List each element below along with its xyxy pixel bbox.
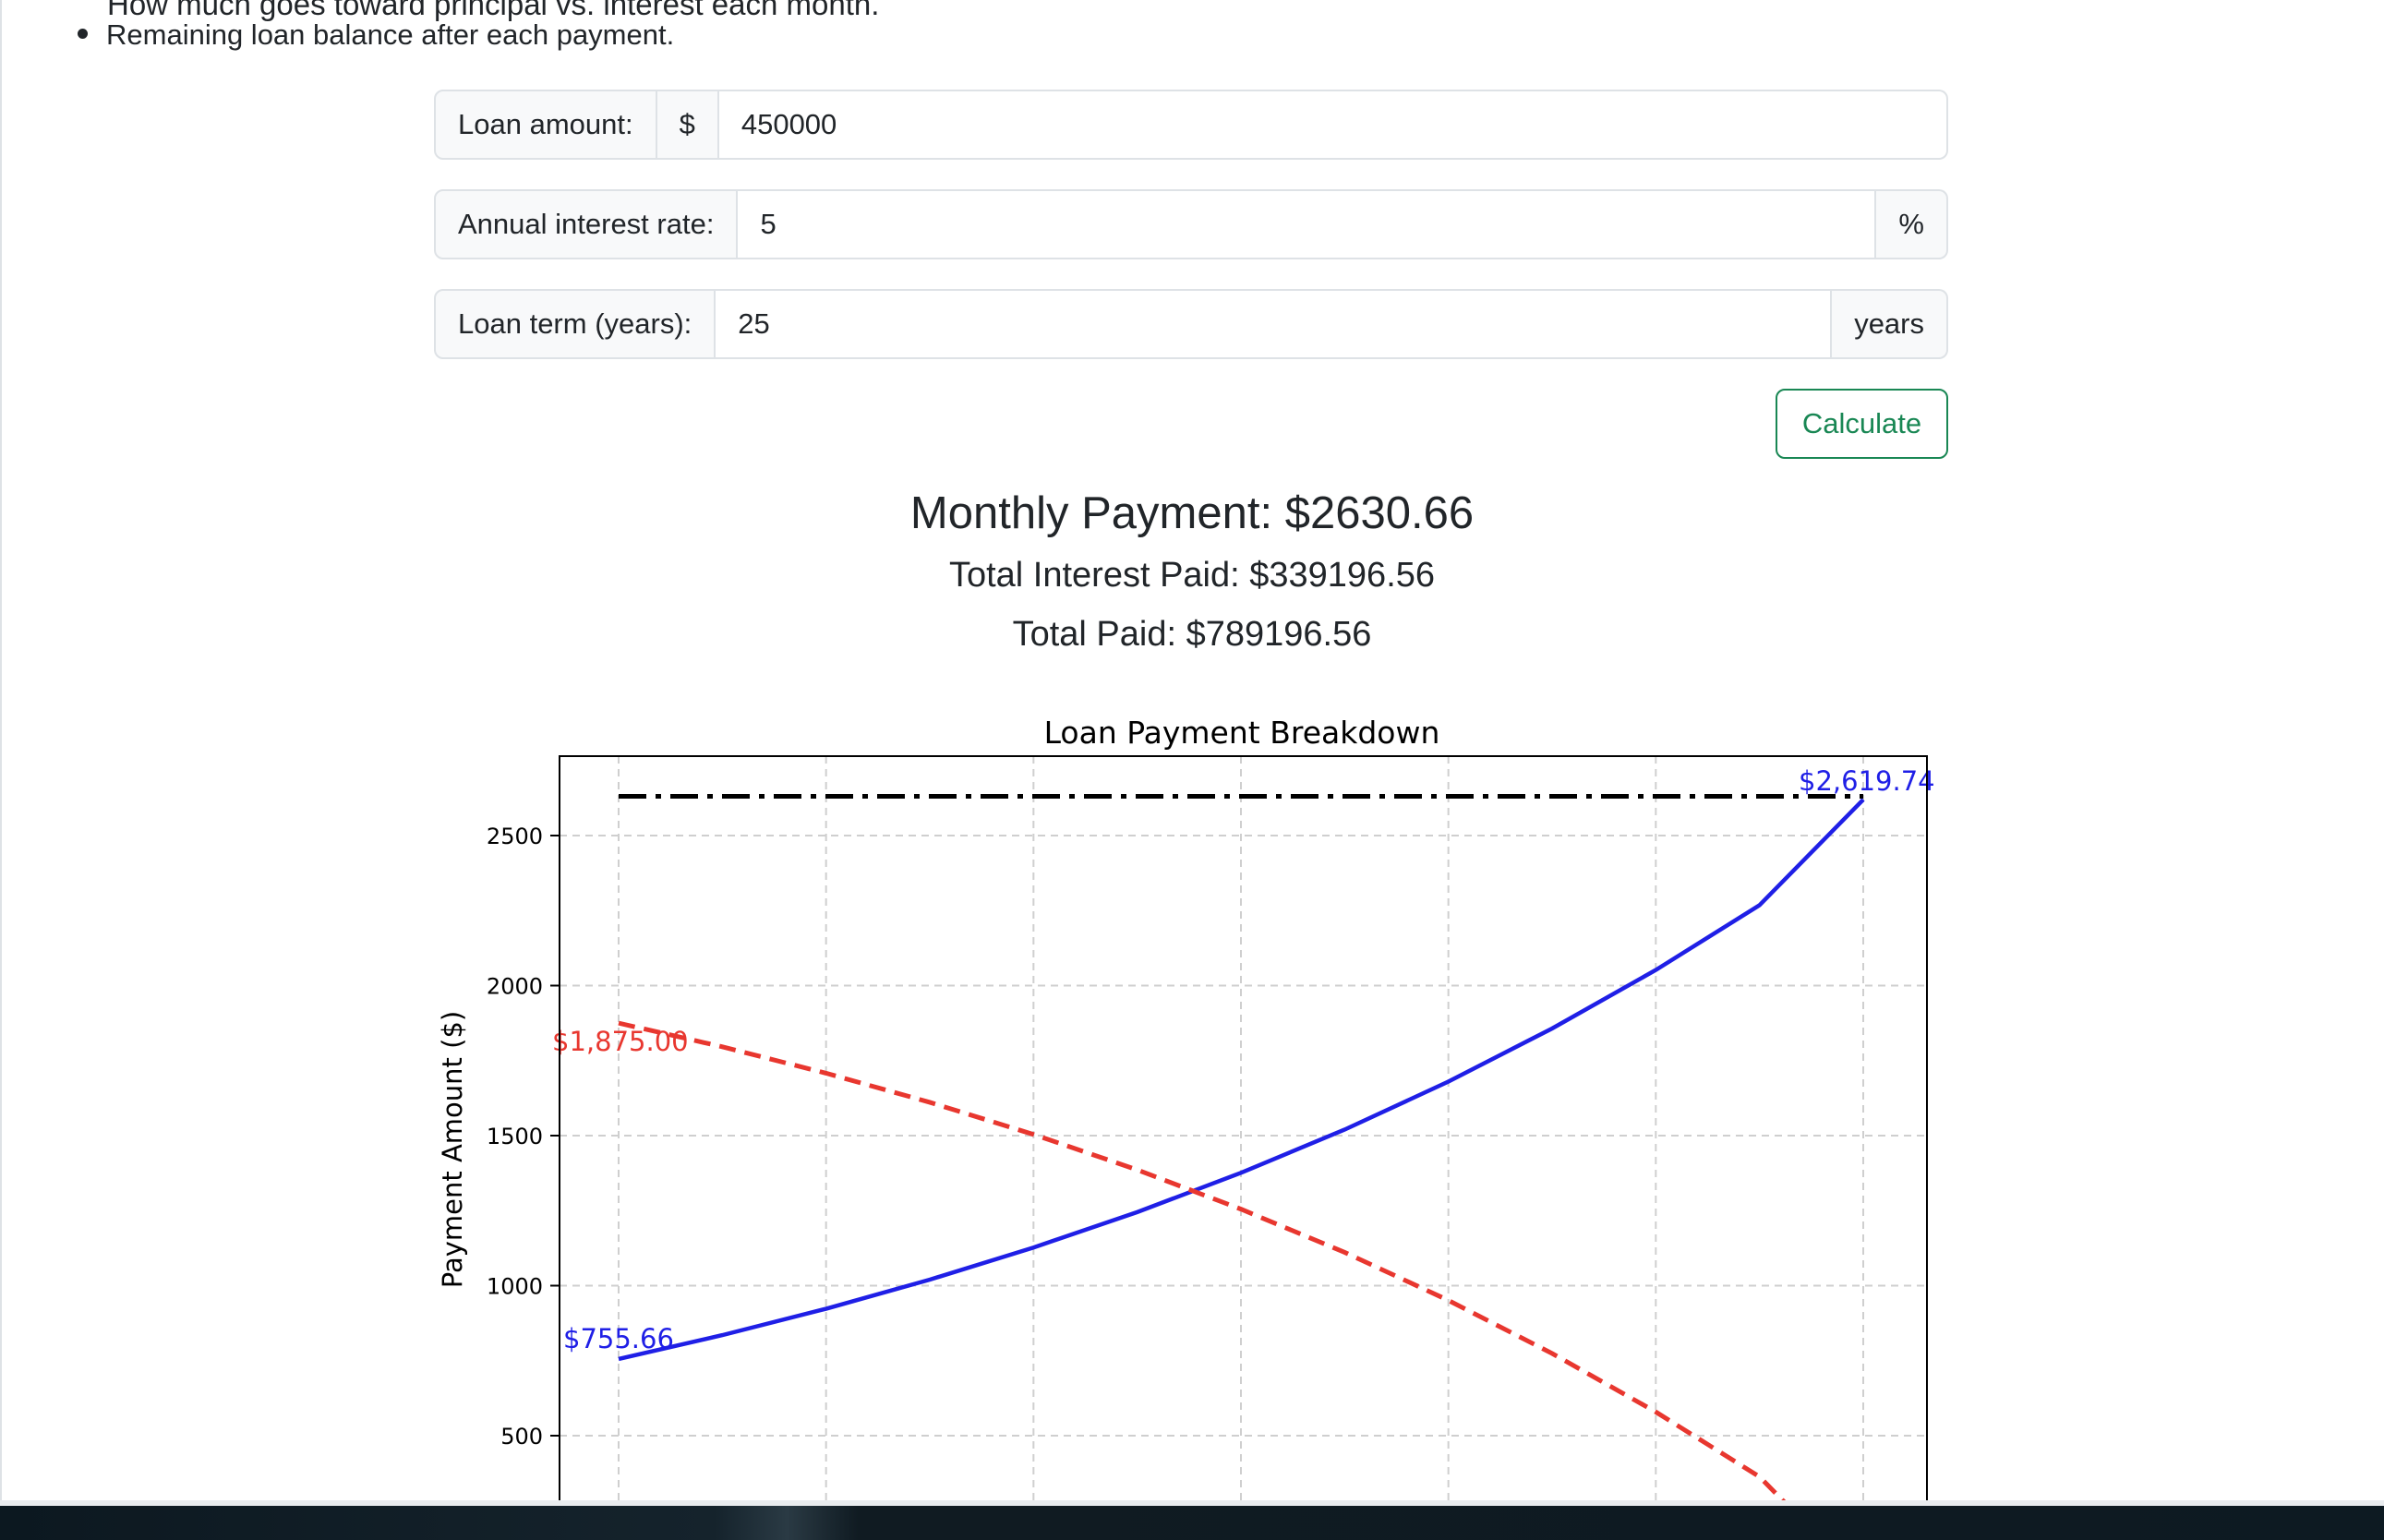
y-tick-label: 1000 (487, 1274, 543, 1300)
loan-amount-group: Loan amount: $ 450000 (434, 90, 1948, 160)
y-tick-label: 500 (500, 1424, 543, 1450)
chart-svg: Loan Payment Breakdown Payment Amount ($… (437, 715, 1935, 1500)
loan-term-group: Loan term (years): 25 years (434, 289, 1948, 359)
chart-grid (560, 756, 1927, 1500)
interest-rate-label: Annual interest rate: (434, 189, 739, 259)
percent-suffix: % (1876, 189, 1948, 259)
calculate-button[interactable]: Calculate (1776, 389, 1948, 459)
y-tick-label: 1500 (487, 1124, 543, 1149)
y-axis-label: Payment Amount ($) (437, 1011, 468, 1288)
y-tick-label: 2500 (487, 824, 543, 849)
plot-frame (559, 755, 1928, 1500)
interest-rate-input[interactable]: 5 (738, 189, 1877, 259)
chart-annotations: $755.66 $2,619.74 $1,875.00 (552, 765, 1935, 1354)
chart-title: Loan Payment Breakdown (1044, 715, 1440, 751)
bullet-icon (78, 29, 88, 40)
loan-chart: Loan Payment Breakdown Payment Amount ($… (425, 697, 1957, 1500)
loan-amount-input[interactable]: 450000 (718, 90, 1948, 160)
dollar-prefix: $ (656, 90, 719, 160)
monthly-payment: Monthly Payment: $2630.66 (909, 488, 1475, 538)
years-suffix: years (1832, 289, 1948, 359)
list-item: Remaining loan balance after each paymen… (78, 18, 674, 52)
y-axis-ticks: 500 1000 1500 2000 2500 (487, 824, 560, 1450)
total-paid: Total Paid: $789196.56 (1012, 615, 1372, 654)
list-item-text: Remaining loan balance after each paymen… (106, 18, 675, 51)
total-interest: Total Interest Paid: $339196.56 (948, 556, 1436, 595)
loan-amount-label: Loan amount: (434, 90, 657, 160)
data-label: $1,875.00 (552, 1026, 689, 1057)
loan-term-label: Loan term (years): (434, 289, 716, 359)
data-label: $2,619.74 (1799, 765, 1935, 797)
loan-term-input[interactable]: 25 (716, 289, 1833, 359)
interest-rate-group: Annual interest rate: 5 % (434, 189, 1948, 259)
y-tick-label: 2000 (487, 974, 543, 1000)
data-label: $755.66 (563, 1323, 674, 1354)
